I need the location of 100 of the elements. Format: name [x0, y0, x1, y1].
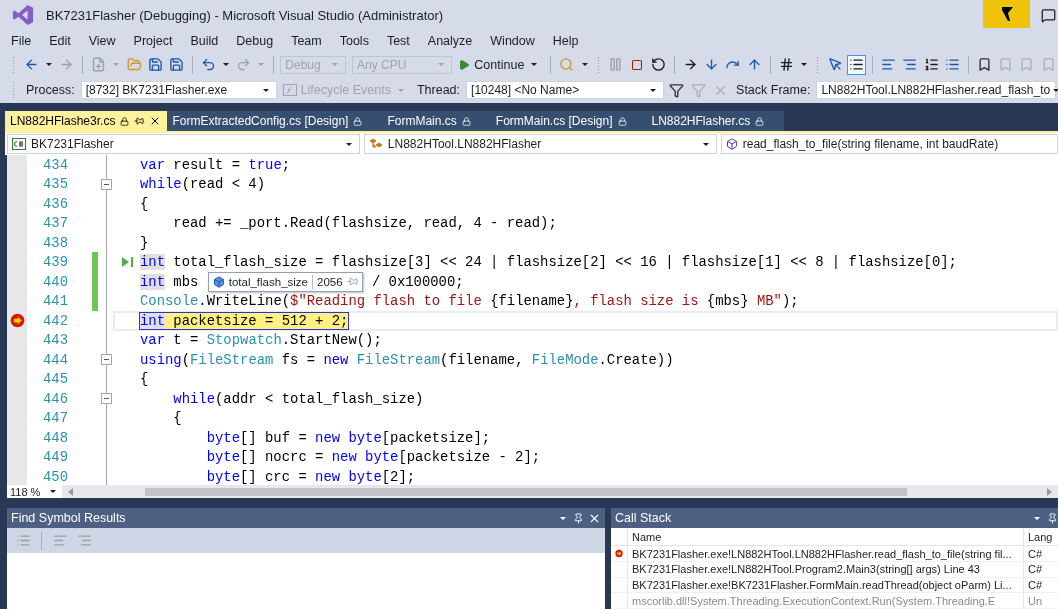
line-number: 435 [42, 176, 68, 193]
code-text: total_flash_size = flashsize[3] << 24 | flashsize[2] << 16 | flashsize[1] << 8 | flashsize[0]; [172, 254, 957, 271]
collapse-icon[interactable] [101, 178, 112, 190]
lightning-icon [282, 84, 297, 96]
code-text: .Create)) [598, 351, 674, 368]
member-dropdown[interactable]: read_flash_to_file(string filename, int baudRate) [720, 134, 1058, 154]
code-text: {filename} [490, 293, 574, 310]
keyword: int [140, 273, 165, 290]
type-dropdown[interactable]: LN882HTool.LN882HFlasher [363, 134, 717, 154]
menu-item[interactable]: Help [543, 34, 588, 48]
tab-label: LN882HFlasher.cs [651, 114, 751, 128]
line-number: 438 [42, 234, 68, 251]
menu-item[interactable]: Test [377, 34, 419, 48]
code-text: } [140, 234, 149, 251]
line-number: 440 [42, 273, 68, 290]
code-text: / 0x100000; [370, 273, 464, 290]
tab-label: FormMain.cs [Design] [495, 114, 613, 128]
keyword: byte [205, 449, 241, 466]
line-number: 444 [42, 351, 68, 368]
menu-item[interactable]: View [79, 34, 125, 48]
call-stack-row[interactable]: BK7231Flasher.exe!LN882HTool.Program2.Main3(string[] args) Line 43 C# [611, 562, 1058, 578]
feedback-button[interactable] [983, 0, 1030, 28]
code-text: .WriteLine( [198, 293, 291, 310]
code-text: t = [172, 332, 200, 349]
document-tab[interactable]: FormMain.cs [382, 111, 491, 131]
process-label: Process: [26, 83, 75, 97]
line-number: 448 [42, 429, 68, 446]
collapse-icon[interactable] [101, 393, 112, 405]
type-name: Stopwatch [206, 332, 282, 349]
line-number: 447 [42, 410, 68, 427]
document-tab[interactable]: LN882HFlashe3r.cs [5, 111, 168, 131]
type-name: Console [140, 293, 199, 310]
keyword: true [248, 156, 282, 173]
window-title: BK7231Flasher (Debugging) - Microsoft Visual Studio (Administrator) [46, 7, 444, 23]
line-number: 441 [42, 293, 68, 310]
menu-item[interactable]: Team [282, 34, 331, 48]
column-header[interactable]: Lang [1024, 528, 1058, 546]
column-header[interactable]: Name [628, 528, 1024, 546]
call-stack-row[interactable]: BK7231Flasher.exe!BK7231Flasher.FormMain.readThread(object oParm) Li... C# [611, 577, 1058, 594]
keyword: byte [205, 468, 241, 485]
menu-item[interactable]: File [2, 34, 41, 48]
document-tab[interactable]: FormExtractedConfig.cs [Design] [167, 111, 383, 131]
string-literal: , flash size is [573, 293, 700, 310]
csharp-file-icon [12, 138, 26, 150]
pin-icon[interactable] [1047, 512, 1058, 524]
line-number: 439 [42, 254, 68, 271]
menu-item[interactable]: Edit [40, 34, 80, 48]
call-stack-row[interactable]: mscorlib.dll!System.Threading.ExecutionContext.Run(System.Threading.E Un [611, 593, 1058, 609]
collapse-icon[interactable] [101, 354, 112, 366]
process-dropdown[interactable]: [8732] BK7231Flasher.exe [80, 81, 277, 99]
document-tab[interactable]: FormMain.cs [Design] [490, 111, 647, 131]
keyword: while [172, 390, 216, 407]
call-stack-row[interactable]: BK7231Flasher.exe!LN882HTool.LN882HFlasher.read_flash_to_file(string fil... C# [611, 546, 1058, 563]
line-number: 434 [42, 156, 68, 173]
stack-frame-dropdown[interactable]: LN882HTool.LN882HFlasher.read_flash_to [816, 81, 1057, 99]
code-text: (read < 4) [181, 176, 266, 193]
menu-item[interactable]: Project [124, 34, 182, 48]
code-text: read += _port.Read(flashsize, read, 4 - read); [172, 215, 557, 232]
continue-button[interactable]: Continue [454, 54, 545, 75]
code-text: .StartNew(); [281, 332, 382, 349]
line-number: 443 [42, 332, 68, 349]
zoom-dropdown[interactable]: 118 % [7, 485, 62, 498]
list-icon[interactable] [846, 54, 867, 75]
code-text: [] crc = [240, 468, 308, 485]
line-number: 449 [42, 449, 68, 466]
datatip[interactable]: total_flash_size 2056 [207, 271, 363, 292]
project-dropdown[interactable]: BK7231Flasher [7, 134, 360, 154]
code-text: [packetsize - 2]; [398, 449, 541, 466]
code-text: {mbs} [706, 293, 749, 310]
run-to-click-icon[interactable] [120, 256, 135, 269]
datatip-value[interactable]: 2056 [317, 275, 343, 288]
thread-dropdown[interactable]: [10248] <No Name> [466, 81, 665, 99]
document-tab[interactable]: LN882HFlasher.cs [646, 111, 785, 131]
keyword: int [140, 254, 165, 271]
menu-item[interactable]: Analyze [418, 34, 482, 48]
code-text: result = [172, 156, 242, 173]
table-cell-text: C# [1027, 546, 1044, 562]
menu-item[interactable]: Window [481, 34, 544, 48]
code-text: [2]; [381, 468, 416, 485]
menu-item[interactable]: Debug [227, 34, 283, 48]
table-cell: mscorlib.dll!System.Threading.ExecutionContext.Run(System.Threading.E [628, 593, 1024, 608]
pin-icon[interactable] [573, 512, 584, 524]
keyword: new byte [315, 468, 382, 485]
datatip-name: total_flash_size [228, 275, 308, 288]
keyword: byte [205, 429, 241, 446]
line-number: 436 [42, 195, 68, 212]
code-text: packetsize = 512 + 2; [172, 312, 349, 329]
method-icon [725, 138, 738, 150]
field-icon [212, 275, 225, 288]
tab-label: FormMain.cs [387, 114, 457, 128]
menu-item[interactable]: Build [181, 34, 228, 48]
pin-icon[interactable] [134, 116, 145, 126]
member-name: read_flash_to_file(string filename, int baudRate) [742, 137, 999, 151]
code-text: ; [281, 156, 291, 173]
stack-frame-label: Stack Frame: [736, 83, 811, 97]
code-text: [] nocrc = [240, 449, 325, 466]
tab-label: FormExtractedConfig.cs [Design] [172, 114, 349, 128]
tab-label: LN882HFlashe3r.cs [10, 114, 116, 128]
menu-item[interactable]: Tools [330, 34, 378, 48]
code-text: [packetsize]; [381, 429, 491, 446]
